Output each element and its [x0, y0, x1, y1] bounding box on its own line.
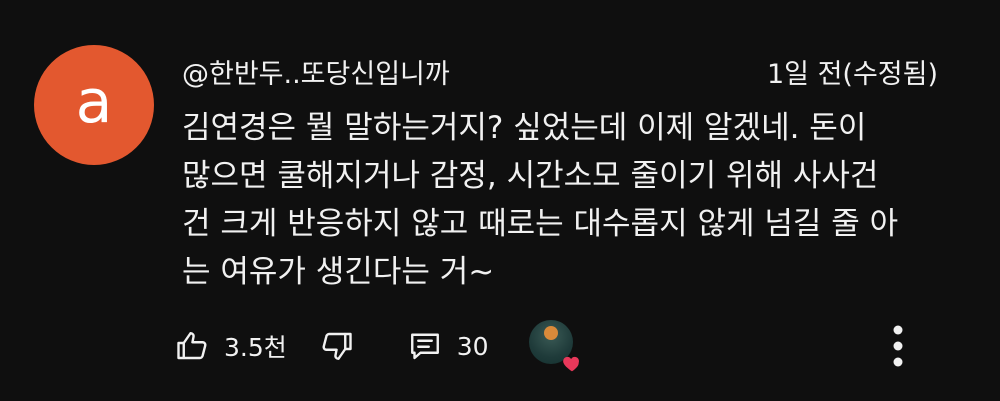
avatar[interactable]: a [34, 45, 154, 165]
heart-icon [562, 356, 579, 372]
thumbs-down-icon [322, 332, 352, 360]
like-count: 3.5천 [224, 333, 287, 362]
reply-count: 30 [456, 331, 489, 361]
comment-text-line: 건 크게 반응하지 않고 때로는 대수롭지 않게 넘길 줄 아 [182, 206, 899, 242]
comment-text: 김연경은 뭘 말하는거지? 싶었는데 이제 알겠네. 돈이 많으면 쿨해지거나 … [182, 104, 952, 296]
action-bar: 3.5천 30 [170, 318, 581, 374]
more-button[interactable] [880, 318, 916, 374]
timestamp[interactable]: 1일 전(수정됨) [767, 52, 938, 91]
reply-button[interactable] [403, 324, 447, 368]
comment-text-line: 김연경은 뭘 말하는거지? 싶었는데 이제 알겠네. 돈이 [182, 110, 867, 146]
creator-logo-mark [543, 326, 558, 340]
reply-group: 30 [403, 324, 489, 368]
comment-thread: a @한반두..또당신입니까 1일 전(수정됨) 김연경은 뭘 말하는거지? 싶… [0, 0, 1000, 401]
comment-text-line: 많으면 쿨해지거나 감정, 시간소모 줄이기 위해 사사건 [182, 158, 879, 194]
comment-text-line: 는 여유가 생긴다는 거~ [182, 254, 495, 290]
avatar-letter: a [75, 67, 113, 137]
like-button[interactable] [170, 324, 214, 368]
author-handle[interactable]: @한반두..또당신입니까 [182, 52, 450, 91]
more-vertical-icon [893, 325, 903, 367]
creator-heart-badge [528, 320, 581, 372]
thumbs-up-icon [177, 332, 207, 360]
comment-icon [410, 333, 439, 360]
like-group: 3.5천 [170, 324, 287, 368]
dislike-button[interactable] [315, 324, 359, 368]
